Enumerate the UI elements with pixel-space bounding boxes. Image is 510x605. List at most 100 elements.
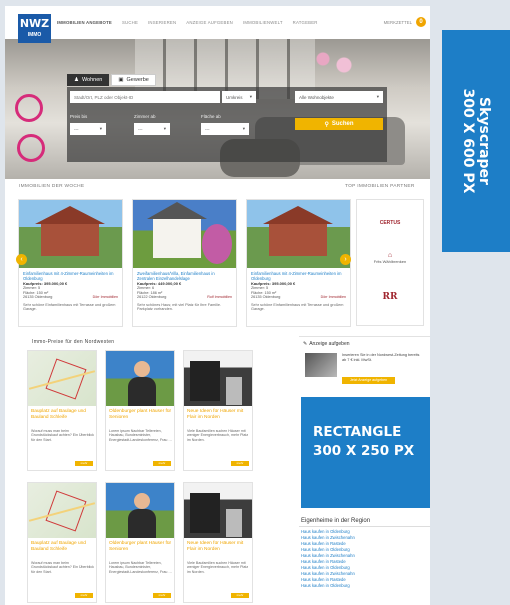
ad-post-text: Inserieren Sie in der Nordwest-Zeitung b… bbox=[342, 353, 420, 362]
price-select[interactable]: --- ▾ bbox=[70, 123, 106, 135]
article-more-button[interactable]: mehr bbox=[231, 593, 249, 598]
nav-item-suche[interactable]: SUCHE bbox=[122, 20, 138, 25]
price-label: Preis bis bbox=[70, 114, 88, 119]
skyscraper-line2: 300 X 600 PX bbox=[460, 88, 476, 194]
article-card[interactable]: Oldenburger plant Häuser für Senioren Lo… bbox=[105, 482, 175, 603]
hero-bicycle-wheel bbox=[15, 94, 43, 122]
nav-item-inserieren[interactable]: INSERIEREN bbox=[148, 20, 176, 25]
section-title-week: IMMOBILIEN DER WOCHE bbox=[19, 184, 85, 189]
property-description: Sehr schöne Einfamilienhaus mit Terrasse… bbox=[23, 302, 116, 312]
radius-select-value: Umkreis bbox=[226, 94, 243, 100]
area-select[interactable]: --- ▾ bbox=[201, 123, 249, 135]
article-card[interactable]: Neue Ideen für Häuser mit Flair im Norde… bbox=[183, 350, 253, 471]
section-title-partner: TOP IMMOBILIEN PARTNER bbox=[345, 184, 415, 189]
article-title[interactable]: Neue Ideen für Häuser mit Flair im Norde… bbox=[187, 409, 251, 420]
partner-logos: CERTUS ⌂ Frits Wählbrenken RR bbox=[356, 199, 424, 326]
skyscraper-ad-text: Skyscraper 300 X 600 PX bbox=[460, 89, 492, 194]
tab-gewerbe[interactable]: ▣ Gewerbe bbox=[111, 74, 156, 86]
search-tabs: ♟ Wohnen ▣ Gewerbe bbox=[67, 74, 156, 86]
rectangle-ad-line1: RECTANGLE bbox=[313, 424, 402, 440]
article-card[interactable]: Bauplatz auf Baulage und Bauland Schleif… bbox=[27, 350, 97, 471]
article-title[interactable]: Oldenburger plant Häuser für Senioren bbox=[109, 541, 173, 552]
ad-post-title-text: Anzeige aufgeben bbox=[309, 341, 350, 347]
article-text: Lorem ipsum Nachbar Tellereien, Hausbau,… bbox=[109, 561, 172, 574]
article-image-map bbox=[28, 483, 96, 538]
tab-wohnen-label: Wohnen bbox=[81, 77, 103, 83]
property-description: Sehr schönes Haus; mit viel Platz für Ih… bbox=[137, 302, 221, 312]
rooms-select-value: --- bbox=[138, 126, 143, 132]
partner-logo-frits[interactable]: ⌂ Frits Wählbrenken bbox=[357, 252, 423, 264]
logo-sub-text: IMMO bbox=[27, 32, 42, 38]
nav-item-immobilienwelt[interactable]: IMMOBILIENWELT bbox=[243, 20, 283, 25]
rooms-label: Zimmer ab bbox=[134, 114, 156, 119]
property-carousel: Einfamilienhaus mit 4-Zimmer-Raumeinheit… bbox=[16, 199, 351, 327]
carousel-next-button[interactable]: › bbox=[340, 254, 351, 265]
hero-bicycle-wheel bbox=[17, 134, 45, 162]
article-more-button[interactable]: mehr bbox=[75, 593, 93, 598]
main-nav: IMMOBILIEN ANGEBOTE SUCHE INSERIEREN ANZ… bbox=[57, 20, 318, 25]
person-icon: ♟ bbox=[74, 77, 79, 83]
article-title[interactable]: Oldenburger plant Häuser für Senioren bbox=[109, 409, 173, 420]
rectangle-ad[interactable]: RECTANGLE 300 X 250 PX bbox=[301, 397, 430, 508]
property-card[interactable]: Einfamilienhaus mit 4-Zimmer-Raumeinheit… bbox=[246, 199, 351, 327]
property-type-select[interactable]: Alle Wohnobjekte ▾ bbox=[295, 91, 383, 103]
partner-logo-rr[interactable]: RR bbox=[357, 292, 423, 302]
article-more-button[interactable]: mehr bbox=[153, 593, 171, 598]
article-card[interactable]: Bauplatz auf Baulage und Bauland Schleif… bbox=[27, 482, 97, 603]
rooms-select[interactable]: --- ▾ bbox=[134, 123, 170, 135]
nav-item-anzeige[interactable]: ANZEIGE AUFGEBEN bbox=[186, 20, 233, 25]
search-button[interactable]: ⚲ Suchen bbox=[295, 118, 383, 130]
article-title[interactable]: Bauplatz auf Baulage und Bauland Schleif… bbox=[31, 541, 95, 552]
property-title[interactable]: Zweifamilienhaus/Villa, Einfamilienhaus … bbox=[137, 271, 232, 281]
article-image-house bbox=[184, 483, 252, 538]
agent-logo: Rolf Immobilien bbox=[207, 295, 232, 299]
article-text: Worauf muss man beim Grundstückskauf ach… bbox=[31, 429, 94, 442]
watchlist[interactable]: MERKZETTEL 0 bbox=[384, 17, 426, 27]
chevron-down-icon: ▾ bbox=[99, 126, 102, 131]
skyscraper-ad[interactable]: Skyscraper 300 X 600 PX bbox=[442, 30, 510, 252]
article-more-button[interactable]: mehr bbox=[153, 461, 171, 466]
carousel-prev-button[interactable]: ‹ bbox=[16, 254, 27, 265]
chevron-down-icon: ▾ bbox=[163, 126, 166, 131]
partner-logo-certus[interactable]: CERTUS bbox=[357, 220, 423, 226]
property-card[interactable]: Zweifamilienhaus/Villa, Einfamilienhaus … bbox=[132, 199, 237, 327]
watchlist-count-badge: 0 bbox=[416, 17, 426, 27]
article-image-map bbox=[28, 351, 96, 406]
rectangle-ad-text: RECTANGLE 300 X 250 PX bbox=[313, 423, 414, 461]
chevron-right-icon: › bbox=[344, 256, 347, 263]
property-type-value: Alle Wohnobjekte bbox=[299, 94, 334, 100]
property-card[interactable]: Einfamilienhaus mit 4-Zimmer-Raumeinheit… bbox=[18, 199, 123, 327]
house-facade bbox=[153, 218, 201, 258]
region-title: Eigenheime in der Region bbox=[299, 518, 430, 527]
search-button-label: Suchen bbox=[331, 121, 354, 127]
house-facade bbox=[41, 222, 99, 256]
location-search-input[interactable] bbox=[70, 91, 220, 103]
article-title[interactable]: Bauplatz auf Baulage und Bauland Schleif… bbox=[31, 409, 95, 420]
property-title[interactable]: Einfamilienhaus mit 4-Zimmer-Raumeinheit… bbox=[251, 271, 346, 281]
house-logo-icon: ⌂ bbox=[387, 252, 393, 259]
rectangle-ad-line2: 300 X 250 PX bbox=[313, 443, 415, 459]
article-more-button[interactable]: mehr bbox=[231, 461, 249, 466]
ad-post-title: ✎ Anzeige aufgeben bbox=[303, 341, 350, 347]
article-more-button[interactable]: mehr bbox=[75, 461, 93, 466]
radius-select[interactable]: Umkreis ▾ bbox=[222, 91, 256, 103]
nwz-immo-logo[interactable]: NWZ IMMO bbox=[18, 14, 51, 43]
ad-post-button[interactable]: Jetzt Anzeige aufgeben bbox=[342, 377, 395, 384]
house-facade bbox=[269, 222, 327, 256]
property-photo bbox=[247, 200, 350, 268]
hero-search-area: ♟ Wohnen ▣ Gewerbe Umkreis ▾ Alle Wohnobj… bbox=[5, 39, 430, 179]
property-description: Sehr schöne Einfamilienhaus mit Terrasse… bbox=[251, 302, 344, 312]
agent-logo: Dörr Immobilien bbox=[320, 295, 346, 299]
article-card[interactable]: Neue Ideen für Häuser mit Flair im Norde… bbox=[183, 482, 253, 603]
tab-wohnen[interactable]: ♟ Wohnen bbox=[67, 74, 110, 86]
property-title[interactable]: Einfamilienhaus mit 4-Zimmer-Raumeinheit… bbox=[23, 271, 118, 281]
nav-item-angebote[interactable]: IMMOBILIEN ANGEBOTE bbox=[57, 20, 112, 25]
article-title[interactable]: Neue Ideen für Häuser mit Flair im Norde… bbox=[187, 541, 251, 552]
nav-item-ratgeber[interactable]: RATGEBER bbox=[293, 20, 318, 25]
partner-logo-frits-text: Frits Wählbrenken bbox=[373, 259, 407, 264]
article-text: Viele Baufamilien suchen Häuser mit weni… bbox=[187, 429, 249, 442]
article-text: Worauf muss man beim Grundstückskauf ach… bbox=[31, 561, 94, 574]
region-link[interactable]: Haus kaufen in Oldenburg bbox=[299, 583, 430, 589]
chevron-left-icon: ‹ bbox=[20, 256, 23, 263]
article-card[interactable]: Oldenburger plant Häuser für Senioren Lo… bbox=[105, 350, 175, 471]
